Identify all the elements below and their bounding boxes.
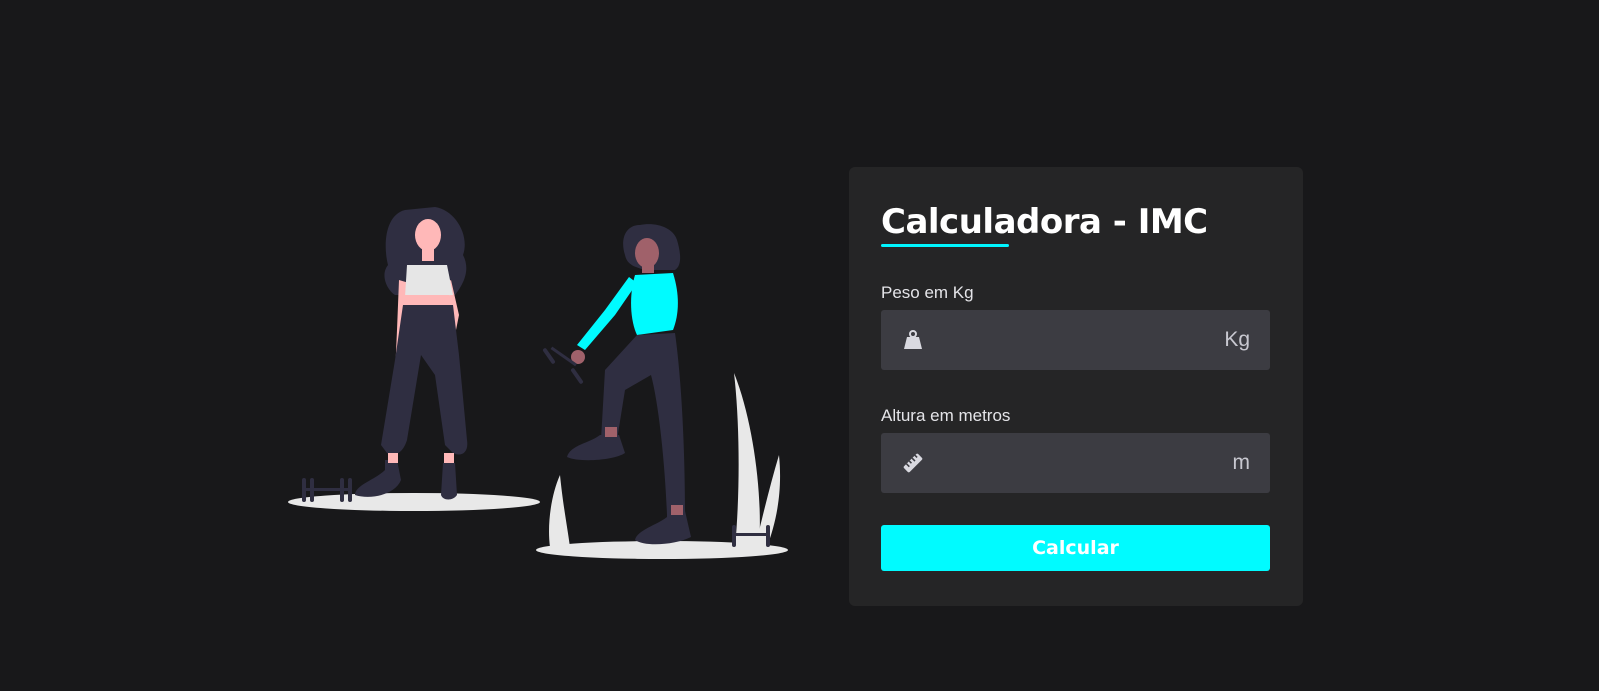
weight-field[interactable]: Kg: [881, 310, 1270, 371]
calculate-button[interactable]: Calcular: [881, 525, 1270, 572]
floor-shadow-left: [288, 493, 540, 511]
weight-label: Peso em Kg: [881, 283, 974, 303]
fitness-illustration: [288, 207, 788, 559]
height-field[interactable]: m: [881, 433, 1270, 494]
grass-leaf: [549, 475, 570, 547]
weight-unit: Kg: [1224, 328, 1250, 352]
imc-calculator-card: Calculadora - IMC Peso em Kg Kg Altura e…: [849, 167, 1303, 606]
grass-leaf: [734, 373, 760, 547]
page: Calculadora - IMC Peso em Kg Kg Altura e…: [0, 0, 1599, 691]
weight-icon: [901, 328, 925, 352]
woman-exercising: [542, 224, 691, 545]
height-unit: m: [1232, 451, 1251, 475]
ruler-icon: [901, 451, 925, 475]
calculator-title: Calculadora - IMC: [881, 202, 1208, 242]
weight-input[interactable]: [925, 310, 1225, 371]
title-underline: [881, 244, 1009, 248]
height-input[interactable]: [925, 433, 1233, 494]
woman-standing: [355, 207, 468, 500]
height-label: Altura em metros: [881, 406, 1011, 426]
